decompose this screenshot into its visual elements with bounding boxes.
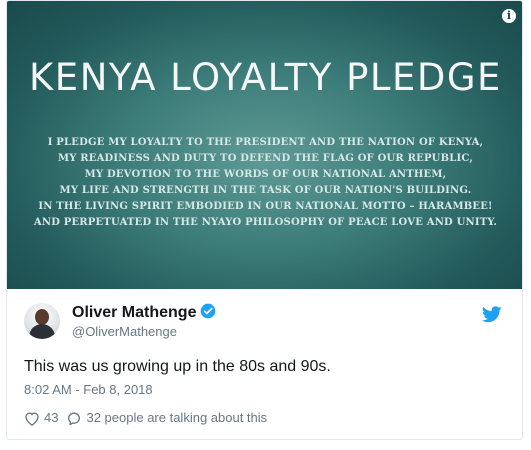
author-handle[interactable]: @OliverMathenge (72, 324, 177, 340)
pledge-line: AND PERPETUATED IN THE NYAYO PHILOSOPHY … (33, 217, 498, 228)
like-button[interactable]: 43 (24, 410, 58, 426)
tweet-text: This was us growing up in the 80s and 90… (24, 358, 331, 375)
verified-badge-icon (201, 303, 216, 319)
pledge-line: MY READINESS AND DUTY TO DEFEND THE FLAG… (57, 153, 474, 164)
pledge-title: KENYA LOYALTY PLEDGE (29, 56, 502, 99)
tweet-media-image[interactable]: i KENYA LOYALTY PLEDGE I PLEDGE MY LOYAL… (7, 1, 522, 289)
pledge-text: I PLEDGE MY LOYALTY TO THE PRESIDENT AND… (7, 135, 522, 231)
embedded-tweet-card: i KENYA LOYALTY PLEDGE I PLEDGE MY LOYAL… (6, 0, 523, 440)
avatar[interactable] (24, 303, 60, 339)
talking-count-text: 32 people are talking about this (86, 410, 268, 425)
pledge-line: I PLEDGE MY LOYALTY TO THE PRESIDENT AND… (47, 137, 484, 148)
heart-icon (25, 411, 39, 426)
pledge-line: IN THE LIVING SPIRIT EMBODIED IN OUR NAT… (38, 201, 493, 212)
tweet-timestamp[interactable]: 8:02 AM - Feb 8, 2018 (24, 382, 153, 398)
pledge-line: MY DEVOTION TO THE WORDS OF OUR NATIONAL… (84, 169, 447, 180)
author-name: Oliver Mathenge (72, 304, 197, 321)
info-icon[interactable]: i (502, 9, 516, 23)
twitter-bird-icon[interactable] (482, 306, 502, 323)
pledge-line: MY LIFE AND STRENGTH IN THE TASK OF OUR … (59, 185, 472, 196)
author-name-link[interactable]: Oliver Mathenge (72, 303, 216, 323)
conversation-link[interactable]: 32 people are talking about this (66, 410, 267, 426)
tweet-actions: 43 32 people are talking about this (24, 410, 275, 426)
like-count: 43 (44, 410, 59, 425)
comment-icon (68, 412, 81, 425)
